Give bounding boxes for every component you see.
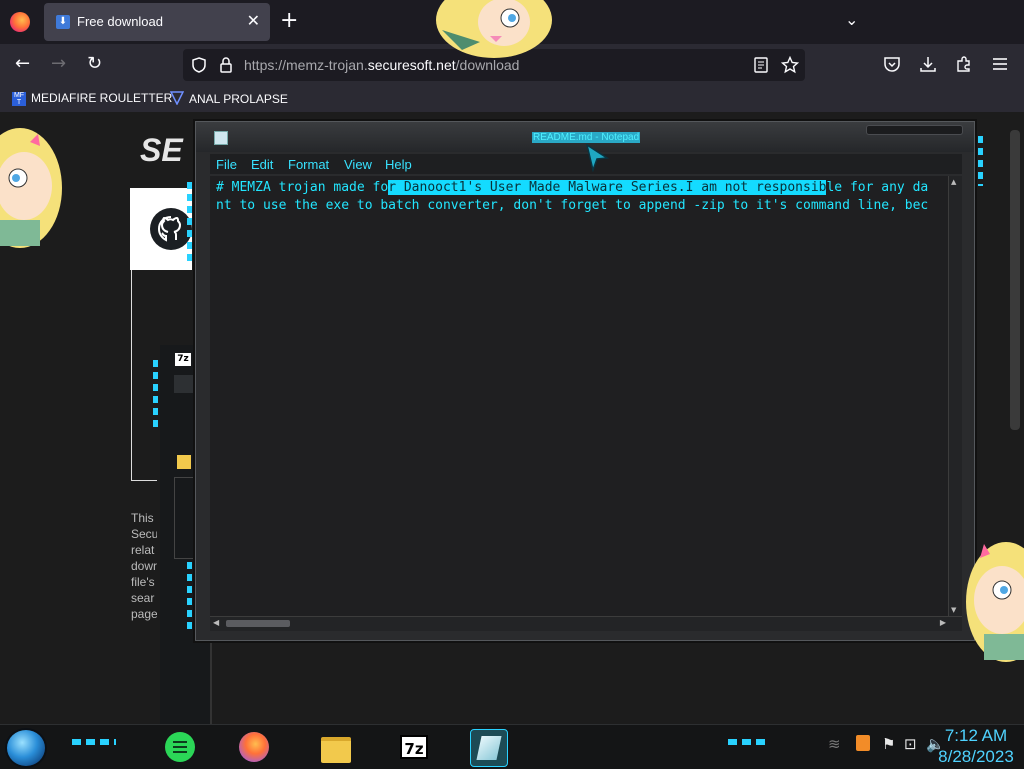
text-segment: le for any da — [826, 180, 929, 195]
bookmark-label: ANAL PROLAPSE — [189, 92, 288, 106]
window-cyan-trim-left — [187, 562, 192, 632]
taskbar-cyan-accent-right — [728, 739, 768, 745]
scroll-left-arrow-icon[interactable]: ◀ — [213, 618, 219, 627]
menu-format[interactable]: Format — [288, 157, 329, 172]
cartoon-character-top — [436, 0, 552, 58]
text-line: dowr — [131, 559, 157, 573]
text-line-2: nt to use the exe to batch converter, do… — [216, 198, 929, 213]
7zip-cyan-trim — [153, 360, 158, 430]
menu-help[interactable]: Help — [385, 157, 412, 172]
taskbar-notepad[interactable] — [470, 729, 508, 767]
bookmark-mediafire[interactable]: MF T MEDIAFIRE ROULETTER — [12, 91, 172, 106]
site-brand-logo: SE — [140, 132, 183, 168]
clock-date[interactable]: 8/28/2023 — [932, 747, 1020, 767]
download-favicon-icon: ⬇ — [56, 15, 70, 29]
taskbar-notes-app[interactable] — [162, 729, 198, 765]
window-title: README.md - Notepad — [532, 132, 641, 143]
text-line: page — [131, 607, 157, 621]
notes-app-icon — [165, 732, 195, 762]
page-scrollbar[interactable] — [1010, 130, 1020, 430]
java-update-icon[interactable] — [856, 735, 870, 751]
star-icon[interactable] — [781, 56, 799, 74]
lock-icon[interactable] — [219, 57, 233, 73]
text-line: file's — [131, 575, 155, 589]
tab-free-download[interactable]: ⬇ Free download ✕ — [44, 3, 270, 41]
notes-lines — [173, 741, 187, 743]
horizontal-scrollbar[interactable]: ◀ ▶ — [210, 616, 962, 631]
taskbar-file-explorer[interactable] — [318, 729, 354, 765]
7zip-folder-icon — [177, 455, 191, 469]
taskbar-cyan-accent — [72, 739, 116, 745]
text-segment: # MEMZA trojan made fo — [216, 180, 389, 195]
notepad-titlebar[interactable]: README.md - Notepad — [196, 122, 974, 152]
url-prefix: https://memz-trojan. — [244, 57, 368, 73]
scroll-down-arrow-icon[interactable]: ▼ — [951, 606, 956, 614]
text-line: relat — [131, 543, 155, 557]
page-description-text: This Secu relat dowr file's sear page — [131, 510, 157, 622]
text-line: This — [131, 511, 154, 525]
horizontal-scroll-thumb[interactable] — [226, 620, 290, 627]
file-explorer-icon — [321, 737, 351, 763]
text-line: sear — [131, 591, 155, 605]
list-all-tabs-chevron-icon[interactable]: ⌄ — [845, 10, 858, 29]
mediafire-icon: MF T — [12, 92, 26, 106]
start-button[interactable] — [7, 730, 45, 766]
notepad-window[interactable]: README.md - Notepad File Edit Format Vie… — [187, 121, 983, 641]
vertical-scrollbar[interactable]: ▲ ▼ — [948, 176, 962, 616]
clock-time[interactable]: 7:12 AM — [932, 726, 1020, 746]
bookmark-second[interactable]: ANAL PROLAPSE — [170, 91, 288, 106]
menu-icon[interactable] — [992, 57, 1008, 71]
cartoon-character-left — [0, 128, 62, 248]
forward-button[interactable]: → — [51, 53, 66, 75]
taskbar-7zip[interactable]: 7z — [396, 729, 432, 765]
7zip-title-icon: 7z — [175, 353, 191, 366]
text-line: Secu — [131, 527, 157, 541]
tab-title: Free download — [77, 14, 163, 29]
bookmarks-toolbar: MF T MEDIAFIRE ROULETTER ANAL PROLAPSE — [0, 86, 1024, 112]
scroll-up-arrow-icon[interactable]: ▲ — [951, 178, 956, 186]
action-center-flag-icon[interactable]: ⚑ — [882, 735, 895, 753]
menu-view[interactable]: View — [344, 157, 372, 172]
taskbar: 7z ≋ ⚑ ⊡ 🔈 7:12 AM 8/28/2023 — [0, 724, 1024, 769]
extensions-icon[interactable] — [955, 55, 973, 73]
menu-edit[interactable]: Edit — [251, 157, 273, 172]
new-tab-button[interactable]: + — [280, 9, 298, 33]
bookmark-icon — [170, 91, 184, 105]
github-card[interactable] — [130, 188, 192, 270]
shield-icon[interactable] — [191, 57, 207, 73]
back-button[interactable]: ← — [15, 53, 30, 75]
mouse-cursor-icon — [586, 144, 610, 172]
menu-file[interactable]: File — [216, 157, 237, 172]
reader-icon[interactable] — [754, 57, 768, 73]
scroll-right-arrow-icon[interactable]: ▶ — [940, 618, 946, 627]
text-line-1: # MEMZA trojan made for Danooct1's User … — [216, 180, 928, 195]
window-cyan-trim-left — [187, 182, 192, 262]
window-cyan-trim-right — [978, 136, 983, 186]
cartoon-character-right — [966, 542, 1024, 662]
bookmark-label: MEDIAFIRE ROULETTER — [31, 91, 173, 105]
reload-button[interactable]: ↻ — [87, 53, 102, 75]
network-icon[interactable]: ⊡ — [904, 735, 917, 753]
firefox-logo-icon — [10, 12, 30, 32]
selected-text: r Danooct1's User Made Malware Series.I … — [388, 180, 827, 195]
firefox-icon — [239, 732, 269, 762]
pocket-icon[interactable] — [883, 56, 901, 73]
close-tab-icon[interactable]: ✕ — [247, 11, 260, 30]
show-hidden-icons-icon[interactable]: ≋ — [828, 735, 841, 753]
notepad-app-icon — [214, 131, 228, 145]
7zip-icon: 7z — [400, 735, 428, 759]
window-controls[interactable] — [866, 125, 963, 135]
taskbar-firefox[interactable] — [236, 729, 272, 765]
notepad-text-area[interactable]: # MEMZA trojan made for Danooct1's User … — [210, 176, 962, 616]
download-icon[interactable] — [919, 55, 937, 73]
github-icon — [150, 208, 192, 250]
notepad-icon — [476, 736, 502, 760]
